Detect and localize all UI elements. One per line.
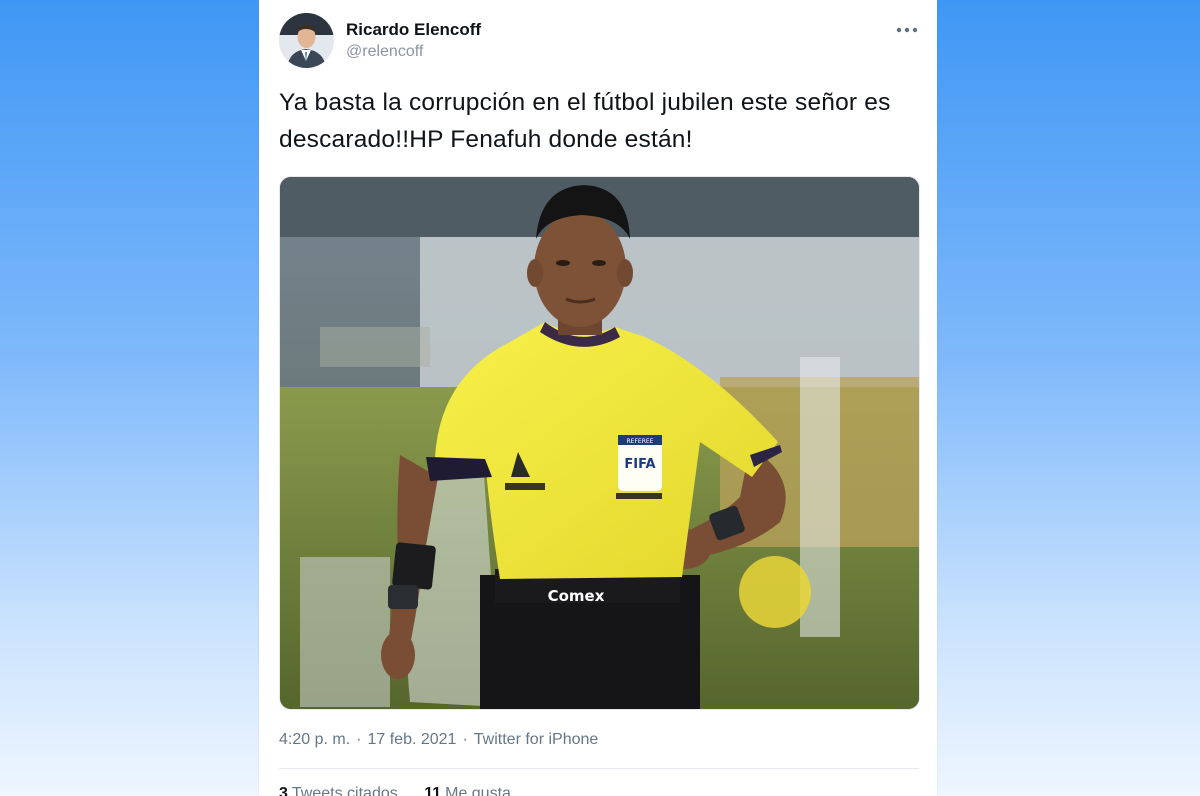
- tweet-meta: 4:20 p. m. · 17 feb. 2021 · Twitter for iPho…: [279, 731, 598, 749]
- likes-count: 11: [424, 785, 442, 796]
- author-avatar[interactable]: [279, 13, 334, 68]
- referee-badge-label: REFEREE: [627, 438, 654, 445]
- tweet-date[interactable]: 17 feb. 2021: [367, 731, 456, 748]
- meta-separator: ·: [462, 731, 468, 748]
- quote-tweets-stat[interactable]: 3 Tweets citados: [279, 785, 398, 796]
- fifa-badge-label: FIFA: [624, 457, 655, 472]
- more-horizontal-icon: [896, 27, 918, 33]
- avatar-image: [279, 13, 334, 68]
- sponsor-label: Comex: [548, 587, 605, 605]
- quote-tweets-label: Tweets citados: [291, 785, 398, 796]
- referee-photo: REFEREE FIFA Comex: [280, 177, 919, 709]
- quote-tweets-count: 3: [279, 785, 288, 796]
- meta-separator: ·: [356, 731, 362, 748]
- tweet-photo[interactable]: REFEREE FIFA Comex: [279, 176, 920, 710]
- author-name[interactable]: Ricardo Elencoff: [346, 20, 481, 40]
- tweet-card: Ricardo Elencoff @relencoff Ya basta la …: [259, 0, 937, 796]
- stats-divider: [279, 768, 919, 769]
- tweet-stats: 3 Tweets citados 11 Me gusta: [279, 785, 533, 796]
- author-handle[interactable]: @relencoff: [346, 43, 423, 61]
- tweet-text: Ya basta la corrupción en el fútbol jubi…: [279, 89, 891, 153]
- likes-label: Me gusta: [445, 785, 511, 796]
- likes-stat[interactable]: 11 Me gusta: [424, 785, 511, 796]
- tweet-source-link[interactable]: Twitter for iPhone: [474, 731, 599, 748]
- tweet-time[interactable]: 4:20 p. m.: [279, 731, 350, 748]
- more-options-button[interactable]: [889, 18, 925, 42]
